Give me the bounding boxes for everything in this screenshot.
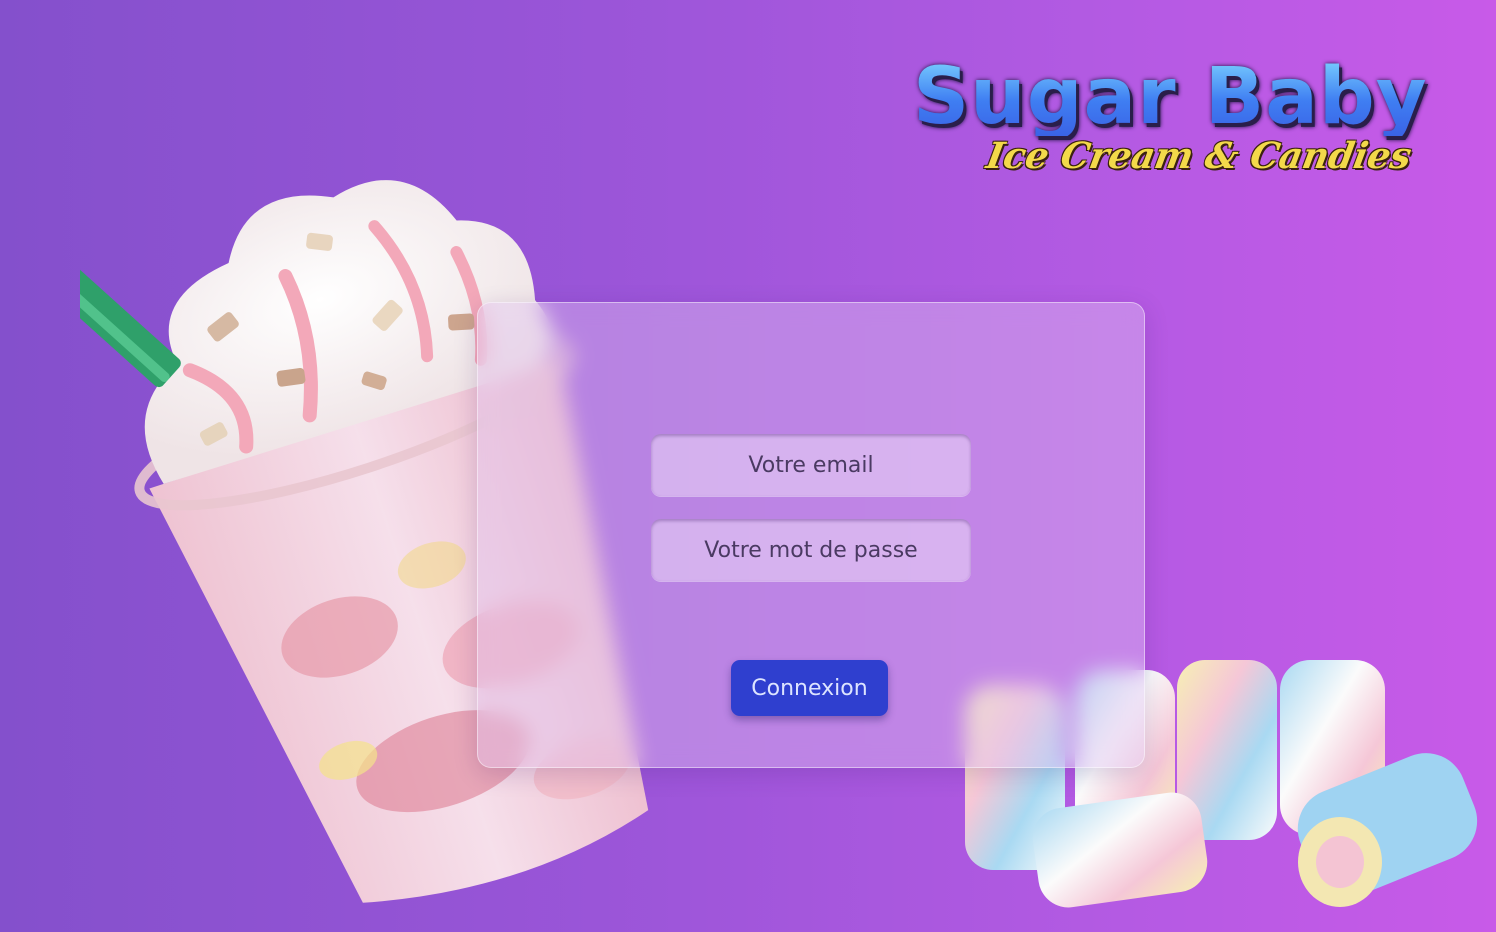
login-panel: Connexion — [477, 302, 1145, 768]
email-field[interactable] — [651, 434, 971, 496]
logo-tagline: Ice Cream & Candies — [983, 135, 1415, 177]
logo-title: Sugar Baby — [913, 52, 1428, 142]
brand-logo: Sugar Baby Ice Cream & Candies — [905, 58, 1450, 188]
password-field[interactable] — [651, 519, 971, 581]
login-button[interactable]: Connexion — [731, 660, 888, 716]
